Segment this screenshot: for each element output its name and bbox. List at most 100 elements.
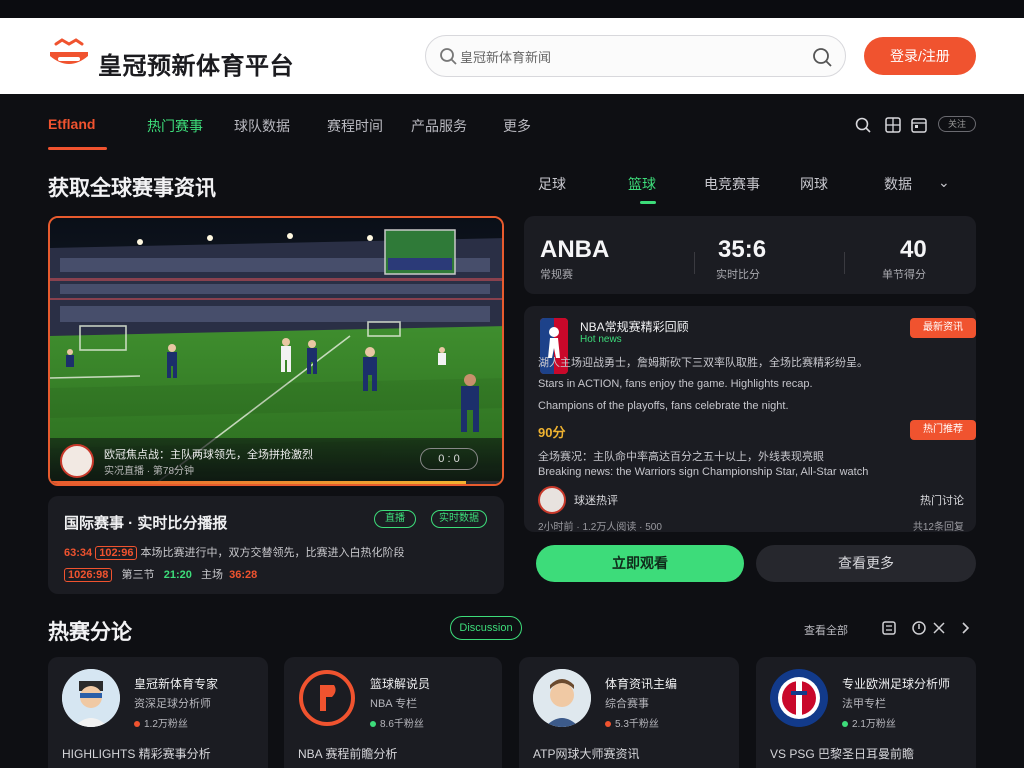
nav-item-products[interactable]: 产品服务 (411, 116, 467, 136)
status-dot (842, 721, 848, 728)
tabs-more-icon[interactable]: ⌄ (938, 174, 950, 191)
tab-esports[interactable]: 电竞赛事 (704, 174, 760, 194)
reply-count: 共12条回复 (912, 522, 964, 533)
brand-name[interactable]: 皇冠预新体育平台 (98, 46, 294, 81)
nav-item-more[interactable]: 更多 (503, 116, 531, 136)
search-icon (438, 46, 458, 66)
score-summary-card: ANBA 常规赛 35:6 实时比分 40 单节得分 (524, 216, 976, 294)
filter-icon[interactable] (880, 619, 898, 637)
live-badge[interactable]: 直播 (374, 510, 416, 528)
live-card-title: 国际赛事 · 实时比分播报 (64, 515, 228, 532)
expert-followers: 1.2万粉丝 (144, 719, 188, 730)
avatar (533, 669, 591, 727)
watch-now-button[interactable]: 立即观看 (536, 545, 744, 582)
view-more-button[interactable]: 查看更多 (756, 545, 976, 582)
expert-card[interactable]: 专业欧洲足球分析师 法甲专栏 2.1万粉丝 VS PSG 巴黎圣日耳曼前瞻 (756, 657, 976, 768)
status-dot (134, 721, 140, 728)
points-value: 40 (900, 236, 927, 263)
expert-desc: ATP网球大师赛资讯 (533, 747, 640, 761)
live-score-sub: 实时比分 (716, 269, 760, 281)
search-bar[interactable] (425, 35, 846, 77)
expert-role: 综合赛事 (605, 698, 649, 710)
news-line-3: Champions of the playoffs, fans celebrat… (538, 400, 789, 412)
tab-basketball[interactable]: 篮球 (628, 174, 656, 194)
avatar (62, 669, 120, 727)
chevron-right-icon[interactable] (956, 619, 974, 637)
tab-tennis[interactable]: 网球 (800, 174, 828, 194)
tab-data[interactable]: 数据 (884, 174, 912, 194)
avatar[interactable] (60, 444, 94, 478)
divider (844, 252, 845, 274)
venue-score: 36:28 (229, 569, 258, 581)
top-strip (0, 0, 1024, 18)
news-line-5: Breaking news: the Warriors sign Champio… (538, 466, 869, 478)
settings-icon[interactable] (910, 619, 928, 637)
tab-football[interactable]: 足球 (538, 174, 566, 194)
discussion-label[interactable]: 热门讨论 (920, 492, 964, 508)
expert-name: 专业欧洲足球分析师 (842, 677, 951, 691)
grid-icon[interactable] (884, 116, 902, 134)
discussion-pill[interactable]: Discussion (450, 616, 522, 640)
calendar-icon[interactable] (910, 116, 928, 134)
hero-caption-sub: 实况直播 · 第78分钟 (104, 466, 195, 477)
nav-item-hot[interactable]: 热门赛事 (147, 116, 203, 136)
expert-meta: 5.3千粉丝 (605, 715, 659, 730)
search-input[interactable] (460, 46, 790, 68)
expert-card[interactable]: 体育资讯主编 综合赛事 5.3千粉丝 ATP网球大师赛资讯 (519, 657, 739, 768)
nav-item-schedule[interactable]: 赛程时间 (327, 116, 383, 136)
news-highlight-line: 90分 (538, 422, 565, 441)
status-dot (605, 721, 611, 728)
data-badge[interactable]: 实时数据 (431, 510, 487, 528)
view-all-link[interactable]: 查看全部 (804, 622, 848, 638)
avatar[interactable] (538, 486, 566, 514)
search-icon[interactable] (854, 116, 872, 134)
expert-card[interactable]: 皇冠新体育专家 资深足球分析师 1.2万粉丝 HIGHLIGHTS 精彩赛事分析 (48, 657, 268, 768)
nav-active-underline (48, 147, 107, 150)
news-highlight: 90分 (538, 425, 566, 440)
live-row-1: 63:34 102:96 本场比赛进行中，双方交替领先，比赛进入白热化阶段 (64, 544, 405, 560)
nav-item-home[interactable]: Etfland (48, 116, 95, 132)
expert-followers: 8.6千粉丝 (380, 719, 424, 730)
expert-card[interactable]: 篮球解说员 NBA 专栏 8.6千粉丝 NBA 赛程前瞻分析 (284, 657, 502, 768)
news-line-4: 全场赛况：主队命中率高达百分之五十以上，外线表现亮眼 (538, 451, 824, 463)
expert-followers: 5.3千粉丝 (615, 719, 659, 730)
status-dot (370, 721, 376, 728)
points-sub: 单节得分 (882, 269, 926, 281)
score-highlight: 63:34 (64, 547, 93, 559)
site-header: 皇冠预新体育平台 登录/注册 (0, 18, 1024, 94)
hero-video[interactable]: 欧冠焦点战：主队两球领先，全场拼抢激烈 实况直播 · 第78分钟 0 : 0 (48, 216, 504, 486)
expert-role: 资深足球分析师 (134, 698, 211, 710)
login-button[interactable]: 登录/注册 (864, 37, 976, 75)
expert-name: 体育资讯主编 (605, 677, 678, 691)
expert-meta: 8.6千粉丝 (370, 715, 424, 730)
hero-score-pill[interactable]: 0 : 0 (420, 448, 478, 470)
comment-title: 球迷热评 (574, 495, 618, 507)
brand-logo-icon[interactable] (48, 38, 90, 74)
hero-caption-title: 欧冠焦点战：主队两球领先，全场拼抢激烈 (104, 449, 313, 461)
basketball-logo-icon (298, 669, 356, 727)
news-line-2: Stars in ACTION, fans enjoy the game. Hi… (538, 378, 813, 390)
score-boxed: 102:96 (95, 546, 138, 560)
live-row-2: 1026:98 第三节 21:20 主场 36:28 (64, 566, 257, 582)
search-submit-icon[interactable] (811, 46, 833, 68)
tab-active-underline (640, 201, 656, 204)
news-tag-hot[interactable]: 热门推荐 (910, 420, 976, 440)
expert-role: 法甲专栏 (842, 698, 886, 710)
video-progress-fill (50, 481, 466, 484)
share-icon[interactable] (930, 619, 948, 637)
live-score-card: 国际赛事 · 实时比分播报 直播 实时数据 63:34 102:96 本场比赛进… (48, 496, 504, 594)
expert-role: NBA 专栏 (370, 698, 418, 710)
expert-desc: VS PSG 巴黎圣日耳曼前瞻 (770, 747, 915, 761)
news-tag-latest[interactable]: 最新资讯 (910, 318, 976, 338)
league-name: ANBA (540, 236, 610, 263)
follow-pill[interactable]: 关注 (938, 116, 976, 132)
nav-item-teams[interactable]: 球队数据 (234, 116, 290, 136)
live-row-1-text: 本场比赛进行中，双方交替领先，比赛进入白热化阶段 (140, 547, 405, 559)
divider (694, 252, 695, 274)
news-title[interactable]: NBA常规赛精彩回顾 (580, 318, 689, 335)
video-progress-bar[interactable] (50, 481, 502, 484)
expert-desc: NBA 赛程前瞻分析 (298, 747, 398, 761)
live-score: 35:6 (718, 236, 767, 263)
discussion-section-title: 热赛分论 (48, 621, 132, 644)
comment-meta: 2小时前 · 1.2万人阅读 · 500 (538, 522, 662, 533)
